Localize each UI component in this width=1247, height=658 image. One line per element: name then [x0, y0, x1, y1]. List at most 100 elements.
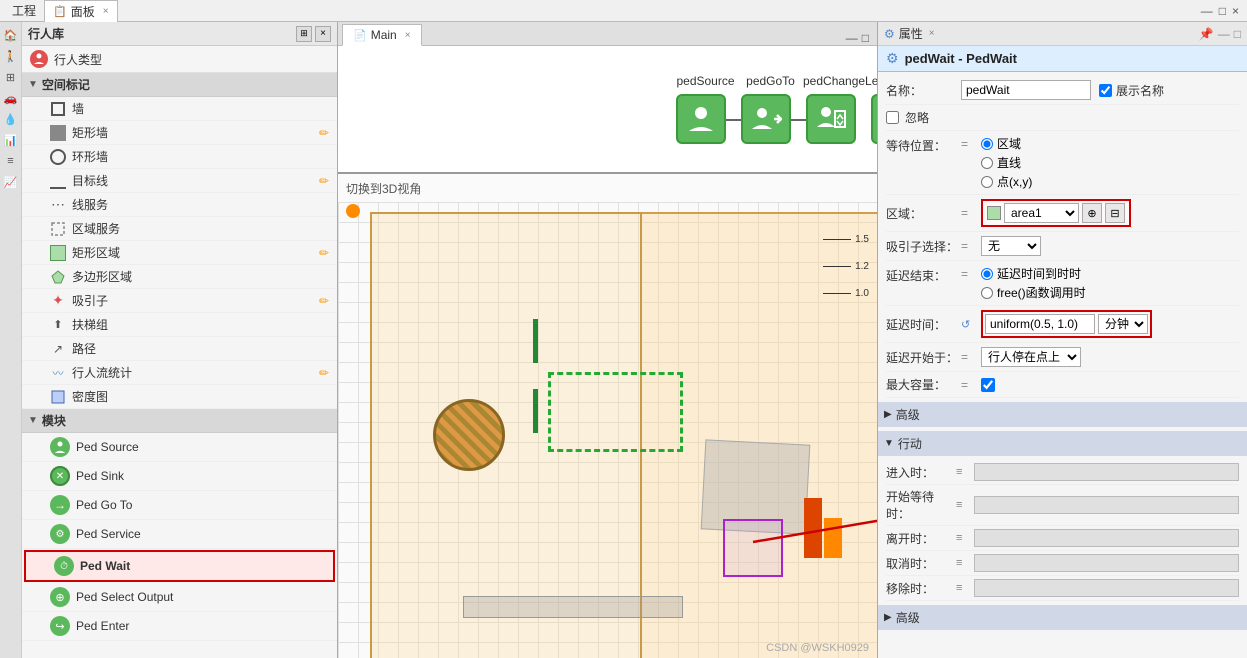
- sidebar-icon-person[interactable]: 🚶: [2, 47, 20, 65]
- delay-time-icon[interactable]: ↺: [961, 318, 981, 331]
- panel-tab-close[interactable]: ×: [103, 6, 109, 17]
- module-item-ped-sink[interactable]: ✕ Ped Sink: [22, 462, 337, 491]
- delay-start-dropdown[interactable]: 行人停在点上: [981, 347, 1081, 367]
- attractor-dropdown[interactable]: 无: [981, 236, 1041, 256]
- spatial-item-ring-wall[interactable]: 环形墙: [22, 145, 337, 169]
- max-cap-checkbox[interactable]: [981, 378, 995, 392]
- max-cap-eq: =: [961, 378, 981, 392]
- action-enter-input[interactable]: [974, 463, 1239, 481]
- module-item-ped-service[interactable]: ⚙ Ped Service: [22, 520, 337, 549]
- spatial-item-flow[interactable]: 〰 行人流统计 ✏: [22, 361, 337, 385]
- sidebar-icon-chart[interactable]: 📊: [2, 131, 20, 149]
- canvas-maximize[interactable]: □: [862, 31, 869, 45]
- menu-panel[interactable]: 面板: [71, 3, 95, 20]
- person-type-icon: [30, 50, 48, 68]
- sim-dashed-rect[interactable]: [548, 372, 683, 452]
- action-remove-row: 移除时： ≡: [886, 576, 1239, 601]
- delay-time-unit-dropdown[interactable]: 分钟 秒 小时: [1098, 314, 1148, 334]
- node-ped-goto[interactable]: [741, 94, 791, 144]
- delay-time-input[interactable]: [985, 314, 1095, 334]
- ignore-checkbox[interactable]: [886, 111, 899, 124]
- wait-pos-line-option[interactable]: 直线: [981, 154, 1032, 171]
- canvas-tab-main[interactable]: 📄 Main ×: [342, 24, 422, 46]
- canvas-minimize[interactable]: —: [846, 31, 858, 45]
- action-cancel-input[interactable]: [974, 554, 1239, 572]
- spatial-item-density[interactable]: 密度图: [22, 385, 337, 409]
- sim-purple-rect[interactable]: [723, 519, 783, 577]
- area-edit-btn[interactable]: ⊕: [1082, 203, 1102, 223]
- spatial-item-poly-area[interactable]: 多边形区域: [22, 265, 337, 289]
- spatial-section-header[interactable]: ▼ 空间标记: [22, 73, 337, 97]
- rect-area-edit[interactable]: ✏: [319, 246, 329, 260]
- wall-icon: [50, 101, 66, 117]
- props-icon-btn-2[interactable]: —: [1218, 27, 1230, 41]
- panel-close-btn[interactable]: ×: [315, 26, 331, 42]
- props-icon-btn-1[interactable]: 📌: [1199, 27, 1214, 41]
- sidebar-icon-list[interactable]: ≡: [2, 152, 20, 170]
- wait-pos-point-option[interactable]: 点(x,y): [981, 173, 1032, 190]
- area-dropdown[interactable]: area1: [1004, 203, 1079, 223]
- spatial-item-target-line[interactable]: 目标线 ✏: [22, 169, 337, 193]
- target-line-edit[interactable]: ✏: [319, 174, 329, 188]
- show-name-label: 展示名称: [1116, 82, 1164, 99]
- spatial-item-area-service[interactable]: 区域服务: [22, 217, 337, 241]
- more-section-header[interactable]: ▶ 高级: [878, 605, 1247, 630]
- window-controls[interactable]: — □ ×: [1201, 4, 1243, 18]
- area-select-btn[interactable]: ⊟: [1105, 203, 1125, 223]
- delay-end-free-option[interactable]: free()函数调用时: [981, 284, 1086, 301]
- main-tab-close[interactable]: ×: [405, 30, 411, 41]
- node-ped-goto1[interactable]: [871, 94, 877, 144]
- rect-wall-edit[interactable]: ✏: [319, 126, 329, 140]
- spatial-section-title: 空间标记: [42, 76, 90, 93]
- prop-delay-start-row: 延迟开始于： = 行人停在点上: [886, 343, 1239, 372]
- action-leave-row: 离开时： ≡: [886, 526, 1239, 551]
- module-item-ped-wait[interactable]: ⏱ Ped Wait: [24, 550, 335, 582]
- wait-pos-area-option[interactable]: 区域: [981, 135, 1032, 152]
- module-item-ped-source[interactable]: Ped Source: [22, 433, 337, 462]
- module-item-ped-enter[interactable]: ↪ Ped Enter: [22, 612, 337, 641]
- advanced-section-header[interactable]: ▶ 高级: [878, 402, 1247, 427]
- area-service-icon: [50, 221, 66, 237]
- sidebar-icon-drop[interactable]: 💧: [2, 110, 20, 128]
- props-icon-btn-3[interactable]: □: [1234, 27, 1241, 41]
- action-section-header[interactable]: ▼ 行动: [878, 431, 1247, 456]
- action-remove-input[interactable]: [974, 579, 1239, 597]
- sidebar-icon-car[interactable]: 🚗: [2, 89, 20, 107]
- module-section-header[interactable]: ▼ 模块: [22, 409, 337, 433]
- delay-end-time-option[interactable]: 延迟时间到时时: [981, 265, 1086, 282]
- scale-indicator: 1.5 1.2 1.0: [823, 234, 869, 299]
- name-input[interactable]: [961, 80, 1091, 100]
- attractor-edit[interactable]: ✏: [319, 294, 329, 308]
- action-start-wait-input[interactable]: [974, 496, 1239, 514]
- simulation-area[interactable]: 切换到3D视角: [338, 174, 877, 658]
- escalator-icon: ⬆: [50, 317, 66, 333]
- spatial-item-rect-area[interactable]: 矩形区域 ✏: [22, 241, 337, 265]
- menu-engineering[interactable]: 工程: [4, 0, 44, 21]
- spatial-item-path[interactable]: ↗ 路径: [22, 337, 337, 361]
- advanced-expand-icon: ▶: [884, 409, 892, 420]
- sim-vertical-bar-1: [533, 319, 538, 363]
- area-eq: =: [961, 206, 981, 220]
- node-ped-source[interactable]: [676, 94, 726, 144]
- panel-grid-btn[interactable]: ⊞: [296, 26, 312, 42]
- switch-3d-button[interactable]: 切换到3D视角: [346, 180, 421, 197]
- sidebar-icon-home[interactable]: 🏠: [2, 26, 20, 44]
- action-label: 行动: [898, 435, 922, 452]
- flow-edit[interactable]: ✏: [319, 366, 329, 380]
- properties-tab-close[interactable]: ×: [929, 28, 935, 39]
- spatial-item-attractor[interactable]: ✦ 吸引子 ✏: [22, 289, 337, 313]
- action-leave-input[interactable]: [974, 529, 1239, 547]
- sim-vertical-bar-2: [533, 389, 538, 433]
- spatial-item-escalator[interactable]: ⬆ 扶梯组: [22, 313, 337, 337]
- spatial-item-line-service[interactable]: ⋯ 线服务: [22, 193, 337, 217]
- node-ped-change-level[interactable]: [806, 94, 856, 144]
- left-panel-header: 行人库 ⊞ ×: [22, 22, 337, 46]
- sidebar-icon-grid[interactable]: ⊞: [2, 68, 20, 86]
- library-item-person-type[interactable]: 行人类型: [22, 46, 337, 73]
- spatial-item-wall[interactable]: 墙: [22, 97, 337, 121]
- module-item-ped-goto[interactable]: → Ped Go To: [22, 491, 337, 520]
- module-item-ped-select-output[interactable]: ⊕ Ped Select Output: [22, 583, 337, 612]
- spatial-item-rect-wall[interactable]: 矩形墙 ✏: [22, 121, 337, 145]
- show-name-checkbox[interactable]: [1099, 84, 1112, 97]
- sidebar-icon-graph[interactable]: 📈: [2, 173, 20, 191]
